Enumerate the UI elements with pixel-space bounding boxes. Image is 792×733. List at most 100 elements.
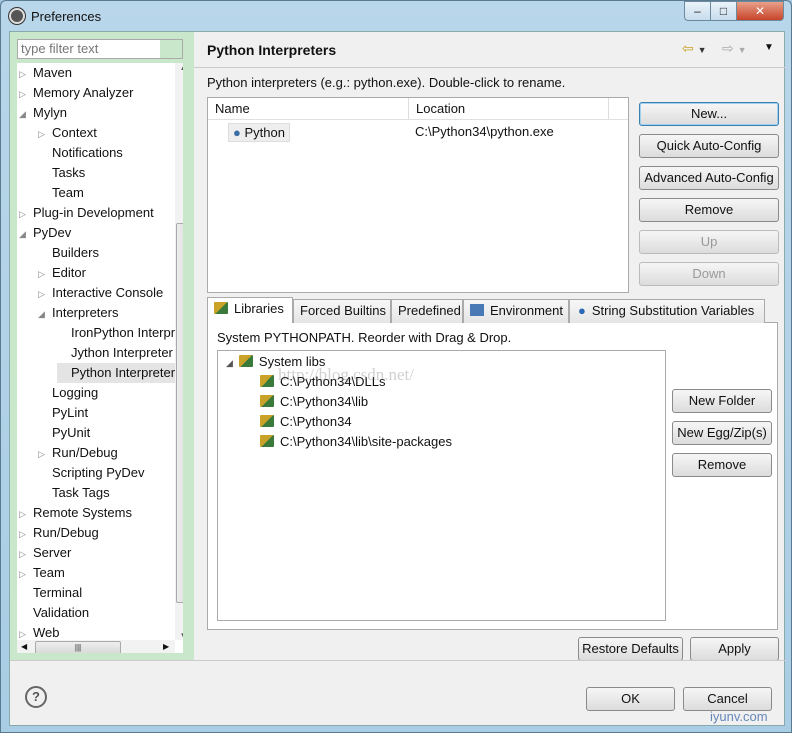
sidebar-item[interactable]: ▷ Editor (38, 263, 86, 283)
remove-interpreter-button[interactable]: Remove (639, 198, 779, 222)
sidebar-item-label: PyDev (33, 225, 72, 240)
remove-library-button[interactable]: Remove (672, 453, 772, 477)
view-menu-icon[interactable]: ▼ (764, 42, 774, 53)
library-path-item[interactable]: C:\Python34\lib (260, 392, 368, 412)
cancel-button[interactable]: Cancel (683, 687, 772, 711)
sidebar-item[interactable]: ▷ Remote Systems (19, 503, 132, 523)
vertical-scrollbar[interactable]: ▲ ▼ (175, 63, 183, 640)
expand-arrow-icon[interactable]: ▷ (19, 504, 33, 524)
scroll-down-icon[interactable]: ▼ (175, 631, 183, 640)
sidebar-item[interactable]: ▷ Memory Analyzer (19, 83, 133, 103)
hscroll-thumb[interactable]: ||| (35, 641, 121, 653)
sidebar-item-label: Editor (52, 265, 86, 280)
system-libs-tree[interactable]: ◢ System libs C:\Python34\DLLs C:\Python3… (217, 350, 666, 621)
close-button[interactable]: ✕ (736, 1, 784, 21)
sidebar-item[interactable]: Tasks (38, 163, 85, 183)
page-description: Python interpreters (e.g.: python.exe). … (207, 75, 566, 90)
column-header-location[interactable]: Location (409, 98, 609, 120)
help-icon[interactable]: ? (25, 686, 47, 708)
back-arrow-icon[interactable]: ⇦ ▼ (682, 40, 707, 57)
sidebar-item[interactable]: PyUnit (38, 423, 90, 443)
apply-button[interactable]: Apply (690, 637, 779, 661)
expand-arrow-icon[interactable]: ▷ (38, 284, 52, 304)
tab-string-substitution[interactable]: ● String Substitution Variables (569, 299, 765, 323)
expand-arrow-icon[interactable]: ▷ (38, 444, 52, 464)
sidebar-item[interactable]: Scripting PyDev (38, 463, 144, 483)
ok-button[interactable]: OK (586, 687, 675, 711)
sidebar-item[interactable]: Jython Interpreter (57, 343, 173, 363)
sidebar-item[interactable]: Notifications (38, 143, 123, 163)
sidebar-item[interactable]: ▷ Run/Debug (38, 443, 118, 463)
sidebar-item-label: Tasks (52, 165, 86, 180)
expand-arrow-icon[interactable]: ◢ (19, 104, 33, 124)
sidebar-item-label: Team (33, 565, 65, 580)
sidebar-item[interactable]: ▷ Interactive Console (38, 283, 163, 303)
path-label: C:\Python34\lib (280, 394, 369, 409)
sidebar-item-label: Team (52, 185, 84, 200)
up-button[interactable]: Up (639, 230, 779, 254)
sidebar-item[interactable]: ▷ Maven (19, 63, 72, 83)
column-header-name[interactable]: Name (208, 98, 409, 120)
scroll-right-icon[interactable]: ▶ (163, 642, 169, 651)
sidebar-item[interactable]: ▷ Run/Debug (19, 523, 99, 543)
interpreters-table[interactable]: Name Location ● Python C:\Python34\pytho… (207, 97, 629, 293)
expand-arrow-icon[interactable]: ▷ (19, 64, 33, 84)
sidebar-item[interactable]: Logging (38, 383, 98, 403)
horizontal-scrollbar[interactable]: ◀ ||| ▶ (17, 640, 175, 653)
new-button[interactable]: New... (639, 102, 779, 126)
interpreter-name: Python (244, 125, 285, 140)
quick-auto-config-button[interactable]: Quick Auto-Config (639, 134, 779, 158)
expand-arrow-icon[interactable]: ◢ (19, 224, 33, 244)
path-label: C:\Python34 (280, 414, 352, 429)
page-header: Python Interpreters ⇦ ▼ ⇨ ▼ ▼ (194, 32, 786, 68)
restore-defaults-button[interactable]: Restore Defaults (578, 637, 683, 661)
tab-predefined[interactable]: Predefined (391, 299, 463, 323)
scroll-up-icon[interactable]: ▲ (175, 63, 183, 72)
sidebar-item[interactable]: PyLint (38, 403, 88, 423)
expand-arrow-icon[interactable]: ▷ (19, 564, 33, 584)
expand-arrow-icon[interactable]: ▷ (38, 124, 52, 144)
expand-arrow-icon[interactable]: ▷ (19, 524, 33, 544)
expand-arrow-icon[interactable]: ◢ (226, 358, 233, 368)
expand-arrow-icon[interactable]: ▷ (19, 204, 33, 224)
maximize-button[interactable]: □ (710, 1, 737, 21)
library-path-item[interactable]: C:\Python34 (260, 412, 352, 432)
sidebar-item[interactable]: ▷ Server (19, 543, 71, 563)
sidebar-item[interactable]: Builders (38, 243, 99, 263)
sidebar-item[interactable]: Validation (19, 603, 89, 623)
minimize-button[interactable]: – (684, 1, 711, 21)
forward-arrow-icon[interactable]: ⇨ ▼ (722, 40, 747, 57)
expand-arrow-icon[interactable]: ◢ (38, 304, 52, 324)
sidebar-item[interactable]: ◢ Mylyn (19, 103, 67, 123)
sidebar-item[interactable]: ▷ Team (19, 563, 65, 583)
sidebar-item[interactable]: ◢ PyDev (19, 223, 71, 243)
sidebar-item[interactable]: ▷ Plug-in Development (19, 203, 154, 223)
new-folder-button[interactable]: New Folder (672, 389, 772, 413)
sidebar-item[interactable]: ◢ Interpreters (38, 303, 118, 323)
variable-icon: ● (578, 303, 586, 318)
sidebar-item-label: Mylyn (33, 105, 67, 120)
new-egg-zip-button[interactable]: New Egg/Zip(s) (672, 421, 772, 445)
table-row[interactable]: ● Python (228, 123, 290, 142)
sidebar-item[interactable]: Team (38, 183, 84, 203)
sidebar-item[interactable]: Terminal (19, 583, 82, 603)
sidebar-item[interactable]: IronPython Interpreter (57, 323, 183, 343)
tab-libraries[interactable]: Libraries (207, 297, 293, 323)
scroll-left-icon[interactable]: ◀ (21, 642, 27, 651)
expand-arrow-icon[interactable]: ▷ (19, 84, 33, 104)
sidebar-item-label: Logging (52, 385, 99, 400)
sidebar-item-label: PyUnit (52, 425, 91, 440)
sidebar-item[interactable]: Task Tags (38, 483, 110, 503)
tab-environment[interactable]: Environment (463, 299, 569, 323)
expand-arrow-icon[interactable]: ▷ (19, 544, 33, 564)
library-path-item[interactable]: C:\Python34\lib\site-packages (260, 432, 452, 452)
down-button[interactable]: Down (639, 262, 779, 286)
filter-input[interactable]: type filter text (17, 39, 183, 59)
tab-forced-builtins[interactable]: Forced Builtins (293, 299, 391, 323)
advanced-auto-config-button[interactable]: Advanced Auto-Config (639, 166, 779, 190)
sidebar-item[interactable]: Python Interpreter (57, 363, 176, 383)
scroll-thumb[interactable] (176, 223, 183, 603)
expand-arrow-icon[interactable]: ▷ (38, 264, 52, 284)
sidebar-item[interactable]: ▷ Context (38, 123, 97, 143)
sidebar-item-label: Builders (52, 245, 99, 260)
